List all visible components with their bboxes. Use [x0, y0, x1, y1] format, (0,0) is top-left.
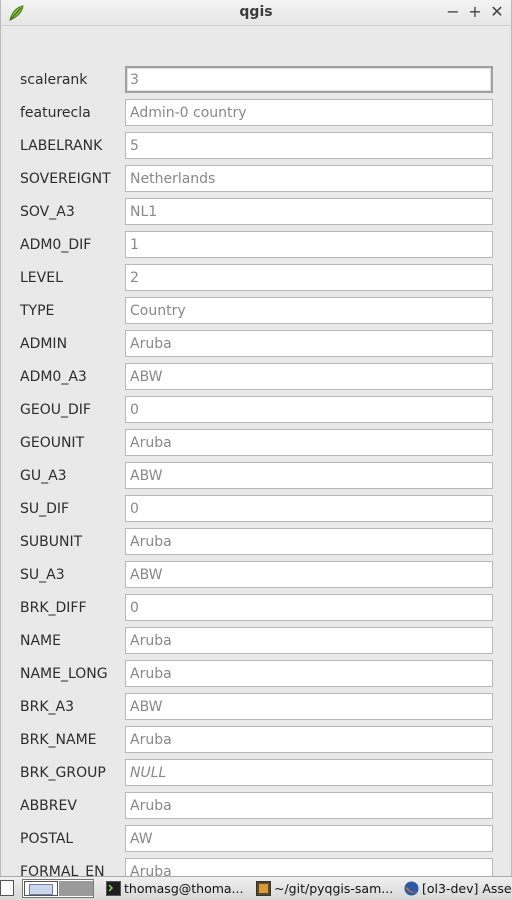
field-input[interactable]: Aruba: [125, 660, 493, 687]
field-label: LABELRANK: [20, 138, 103, 154]
form-row: GEOUNIT Aruba: [1, 428, 511, 461]
minimize-button[interactable]: −: [444, 3, 462, 21]
field-label: BRK_A3: [20, 699, 74, 715]
field-label: ADM0_DIF: [20, 237, 92, 253]
field-label: FORMAL_EN: [20, 864, 105, 876]
form-row: LABELRANK 5: [1, 131, 511, 164]
field-input[interactable]: Aruba: [125, 858, 493, 876]
qgis-attribute-form-window: qgis − + ✕ scalerank 3 featurecla Admin-0 c…: [0, 0, 512, 876]
field-input[interactable]: ABW: [125, 561, 493, 588]
field-input[interactable]: Aruba: [125, 330, 493, 357]
field-label: POSTAL: [20, 831, 74, 847]
field-label: scalerank: [20, 72, 88, 88]
maximize-button[interactable]: +: [466, 3, 484, 21]
title-bar[interactable]: qgis − + ✕: [1, 0, 511, 26]
field-input[interactable]: Admin-0 country: [125, 99, 493, 126]
form-row: NAME_LONG Aruba: [1, 659, 511, 692]
taskbar-item-label: [ol3-dev] Asser: [422, 881, 512, 896]
form-row: SOVEREIGNT Netherlands: [1, 164, 511, 197]
show-desktop-icon[interactable]: [0, 880, 14, 896]
field-label: LEVEL: [20, 270, 63, 286]
field-label: ADM0_A3: [20, 369, 87, 385]
workspace-2[interactable]: [59, 881, 93, 896]
field-input[interactable]: 0: [125, 396, 493, 423]
field-label: ADMIN: [20, 336, 68, 352]
field-label: TYPE: [20, 303, 55, 319]
field-label: SOVEREIGNT: [20, 171, 111, 187]
field-input[interactable]: AW: [125, 825, 493, 852]
field-label: GEOU_DIF: [20, 402, 91, 418]
form-row: SU_DIF 0: [1, 494, 511, 527]
field-input[interactable]: 0: [125, 594, 493, 621]
firefox-icon: [404, 881, 419, 896]
form-row: ABBREV Aruba: [1, 791, 511, 824]
form-row: SUBUNIT Aruba: [1, 527, 511, 560]
field-input[interactable]: NULL: [125, 759, 493, 786]
field-input[interactable]: Aruba: [125, 627, 493, 654]
field-label: BRK_GROUP: [20, 765, 106, 781]
field-label: GU_A3: [20, 468, 67, 484]
form-row: SU_A3 ABW: [1, 560, 511, 593]
field-input[interactable]: ABW: [125, 462, 493, 489]
editor-icon: [256, 881, 271, 896]
form-row: SOV_A3 NL1: [1, 197, 511, 230]
field-input[interactable]: Aruba: [125, 429, 493, 456]
window-title: qgis: [239, 4, 273, 20]
field-input[interactable]: ABW: [125, 693, 493, 720]
field-label: SOV_A3: [20, 204, 75, 220]
close-button[interactable]: ✕: [488, 3, 506, 21]
field-input[interactable]: Aruba: [125, 792, 493, 819]
field-input[interactable]: 5: [125, 132, 493, 159]
field-label: SUBUNIT: [20, 534, 83, 550]
field-input[interactable]: 2: [125, 264, 493, 291]
field-input[interactable]: NL1: [125, 198, 493, 225]
form-row: NAME Aruba: [1, 626, 511, 659]
workspace-1[interactable]: [24, 881, 58, 896]
workspace-pager[interactable]: [22, 879, 94, 898]
form-row: ADM0_A3 ABW: [1, 362, 511, 395]
field-label: GEOUNIT: [20, 435, 85, 451]
taskbar-item-label: thomasg@thoma...: [124, 881, 244, 896]
taskbar-item-label: ~/git/pyqgis-sam...: [274, 881, 394, 896]
field-input[interactable]: 1: [125, 231, 493, 258]
field-label: BRK_DIFF: [20, 600, 87, 616]
form-row: TYPE Country: [1, 296, 511, 329]
field-label: featurecla: [20, 105, 91, 121]
form-row: BRK_A3 ABW: [1, 692, 511, 725]
form-row: scalerank 3: [1, 65, 511, 98]
field-label: SU_A3: [20, 567, 65, 583]
form-row: ADM0_DIF 1: [1, 230, 511, 263]
form-row: LEVEL 2: [1, 263, 511, 296]
form-row: BRK_NAME Aruba: [1, 725, 511, 758]
taskbar-item-terminal[interactable]: thomasg@thoma...: [104, 879, 254, 899]
field-label: NAME_LONG: [20, 666, 108, 682]
field-input[interactable]: Country: [125, 297, 493, 324]
field-input[interactable]: Aruba: [125, 726, 493, 753]
form-row: BRK_DIFF 0: [1, 593, 511, 626]
form-row: POSTAL AW: [1, 824, 511, 857]
form-row: GU_A3 ABW: [1, 461, 511, 494]
form-row: FORMAL_EN Aruba: [1, 857, 511, 876]
field-input[interactable]: 3: [125, 66, 493, 93]
field-input[interactable]: Netherlands: [125, 165, 493, 192]
field-input[interactable]: ABW: [125, 363, 493, 390]
taskbar: thomasg@thoma... ~/git/pyqgis-sam... [ol…: [0, 876, 512, 900]
form-row: BRK_GROUP NULL: [1, 758, 511, 791]
field-label: NAME: [20, 633, 61, 649]
terminal-icon: [106, 881, 121, 896]
form-row: GEOU_DIF 0: [1, 395, 511, 428]
form-row: ADMIN Aruba: [1, 329, 511, 362]
window-thumbnail: [29, 884, 53, 895]
field-label: ABBREV: [20, 798, 77, 814]
field-label: BRK_NAME: [20, 732, 97, 748]
form-row: featurecla Admin-0 country: [1, 98, 511, 131]
field-input[interactable]: Aruba: [125, 528, 493, 555]
field-input[interactable]: 0: [125, 495, 493, 522]
taskbar-item-editor[interactable]: ~/git/pyqgis-sam...: [254, 879, 402, 899]
field-label: SU_DIF: [20, 501, 70, 517]
taskbar-item-firefox[interactable]: [ol3-dev] Asser: [402, 879, 512, 899]
